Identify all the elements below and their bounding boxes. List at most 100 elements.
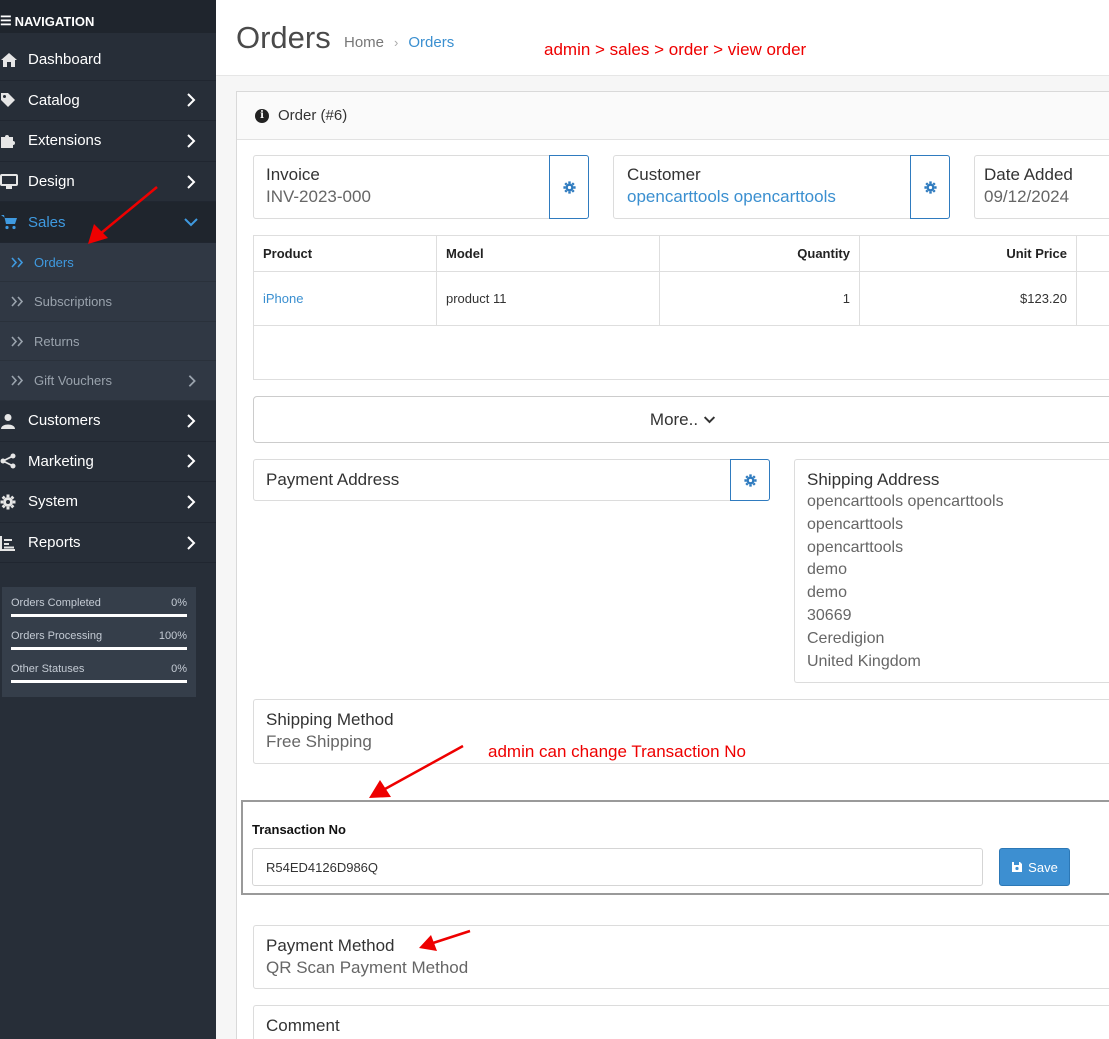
comment-label: Comment <box>266 1016 340 1035</box>
column-header-model: Model <box>436 235 660 272</box>
customer-box: Customer opencarttools opencarttools <box>613 155 950 219</box>
column-header-extra <box>1076 235 1109 272</box>
shipping-address-label: Shipping Address <box>807 470 940 489</box>
sidebar-subitem-label: Returns <box>34 333 80 349</box>
sidebar-item-dashboard[interactable]: Dashboard <box>0 40 216 81</box>
share-icon <box>0 453 28 469</box>
payment-address-settings-button[interactable] <box>730 459 770 501</box>
double-chevron-icon <box>0 257 34 268</box>
stat-label: Orders Processing <box>11 630 103 642</box>
cart-icon <box>0 214 28 230</box>
invoice-box: Invoice INV-2023-000 <box>253 155 589 219</box>
quantity-cell: 1 <box>659 271 860 326</box>
customer-label: Customer <box>627 165 701 184</box>
address-line: opencarttools <box>807 538 904 556</box>
nav-header[interactable]: ☰ NAVIGATION <box>0 0 216 33</box>
address-line: United Kingdom <box>807 652 921 670</box>
stat-value: 0% <box>171 663 187 675</box>
stat-orders-processing: Orders Processing 100% <box>11 630 187 650</box>
breadcrumb-home[interactable]: Home <box>344 34 384 51</box>
sidebar-item-design[interactable]: Design <box>0 162 216 203</box>
table-row: iPhone product 11 1 $123.20 <box>253 271 1109 326</box>
payment-method-value: QR Scan Payment Method <box>266 958 469 977</box>
save-button[interactable]: Save <box>999 848 1070 886</box>
sidebar-item-customers[interactable]: Customers <box>0 401 216 442</box>
payment-method-box: Payment Method QR Scan Payment Method <box>253 925 1109 989</box>
sidebar-item-sales[interactable]: Sales <box>0 202 216 243</box>
sidebar-subitem-orders[interactable]: Orders <box>0 242 216 283</box>
sidebar-subitem-returns[interactable]: Returns <box>0 321 216 362</box>
column-header-product: Product <box>253 235 437 272</box>
gear-icon <box>0 494 28 510</box>
info-icon: i <box>255 108 269 123</box>
column-header-unit-price: Unit Price <box>859 235 1077 272</box>
address-line: demo <box>807 584 848 602</box>
sidebar-subitem-label: Gift Vouchers <box>34 373 113 389</box>
save-label: Save <box>1028 859 1058 875</box>
sidebar: ☰ NAVIGATION Dashboard Catalog Extension… <box>0 0 216 1039</box>
breadcrumb-separator-icon: › <box>394 35 399 50</box>
table-header-row: Product Model Quantity Unit Price <box>253 235 1109 272</box>
sidebar-item-label: System <box>28 493 79 511</box>
stat-progress-bar <box>11 647 187 650</box>
product-link[interactable]: iPhone <box>253 271 437 326</box>
page-title: Orders <box>236 20 331 55</box>
stat-value: 100% <box>158 630 187 642</box>
sidebar-item-marketing[interactable]: Marketing <box>0 442 216 483</box>
chevron-down-icon <box>704 416 716 424</box>
date-added-value: 09/12/2024 <box>984 187 1070 206</box>
sidebar-subitem-label: Orders <box>34 254 74 270</box>
invoice-value: INV-2023-000 <box>266 187 371 206</box>
menu-icon: ☰ <box>0 13 12 28</box>
address-line: demo <box>807 561 848 579</box>
home-icon <box>0 52 28 68</box>
sidebar-item-label: Extensions <box>28 132 102 150</box>
products-table: Product Model Quantity Unit Price iPhone… <box>253 235 1109 380</box>
sidebar-subitem-label: Subscriptions <box>34 294 113 310</box>
payment-method-label: Payment Method <box>266 936 395 955</box>
more-button[interactable]: More.. <box>253 396 1109 443</box>
nav-header-label: NAVIGATION <box>14 13 95 29</box>
page-header: Orders Home › Orders <box>216 0 1109 76</box>
transaction-input[interactable] <box>252 848 983 886</box>
order-stats-panel: Orders Completed 0% Orders Processing 10… <box>2 587 196 697</box>
sidebar-item-label: Sales <box>28 213 66 231</box>
sidebar-item-label: Marketing <box>28 452 94 470</box>
transaction-label: Transaction No <box>252 822 346 837</box>
shipping-address-box: Shipping Address opencarttools opencartt… <box>794 459 1109 683</box>
table-empty-row <box>253 325 1109 380</box>
breadcrumb: Home › Orders <box>344 34 454 51</box>
sidebar-item-system[interactable]: System <box>0 482 216 523</box>
breadcrumb-orders[interactable]: Orders <box>408 34 454 51</box>
sidebar-item-label: Dashboard <box>28 51 102 69</box>
model-cell: product 11 <box>436 271 660 326</box>
payment-address-label: Payment Address <box>266 470 400 489</box>
sidebar-item-label: Catalog <box>28 91 80 109</box>
sidebar-item-reports[interactable]: Reports <box>0 523 216 564</box>
sidebar-item-catalog[interactable]: Catalog <box>0 81 216 122</box>
customer-link[interactable]: opencarttools opencarttools <box>627 187 936 207</box>
chevron-right-icon <box>188 374 196 387</box>
sidebar-subitem-gift-vouchers[interactable]: Gift Vouchers <box>0 361 216 401</box>
order-heading: Order (#6) <box>278 107 348 124</box>
double-chevron-icon <box>0 375 34 386</box>
gear-icon <box>923 180 937 194</box>
invoice-settings-button[interactable] <box>549 155 589 219</box>
transaction-panel: Transaction No Save <box>241 800 1109 895</box>
address-line: Ceredigion <box>807 629 885 647</box>
puzzle-icon <box>0 132 28 149</box>
chevron-down-icon <box>184 218 198 227</box>
chevron-right-icon <box>187 414 196 428</box>
stat-orders-completed: Orders Completed 0% <box>11 597 187 617</box>
sidebar-item-extensions[interactable]: Extensions <box>0 121 216 162</box>
save-icon <box>1012 862 1023 872</box>
shipping-method-label: Shipping Method <box>266 710 394 729</box>
chevron-right-icon <box>187 174 196 189</box>
column-header-quantity: Quantity <box>659 235 860 272</box>
payment-address-box: Payment Address <box>253 459 770 501</box>
customer-settings-button[interactable] <box>910 155 950 219</box>
sidebar-item-label: Design <box>28 173 75 191</box>
sidebar-subitem-subscriptions[interactable]: Subscriptions <box>0 282 216 322</box>
gear-icon <box>743 473 757 487</box>
sidebar-item-label: Reports <box>28 534 81 552</box>
